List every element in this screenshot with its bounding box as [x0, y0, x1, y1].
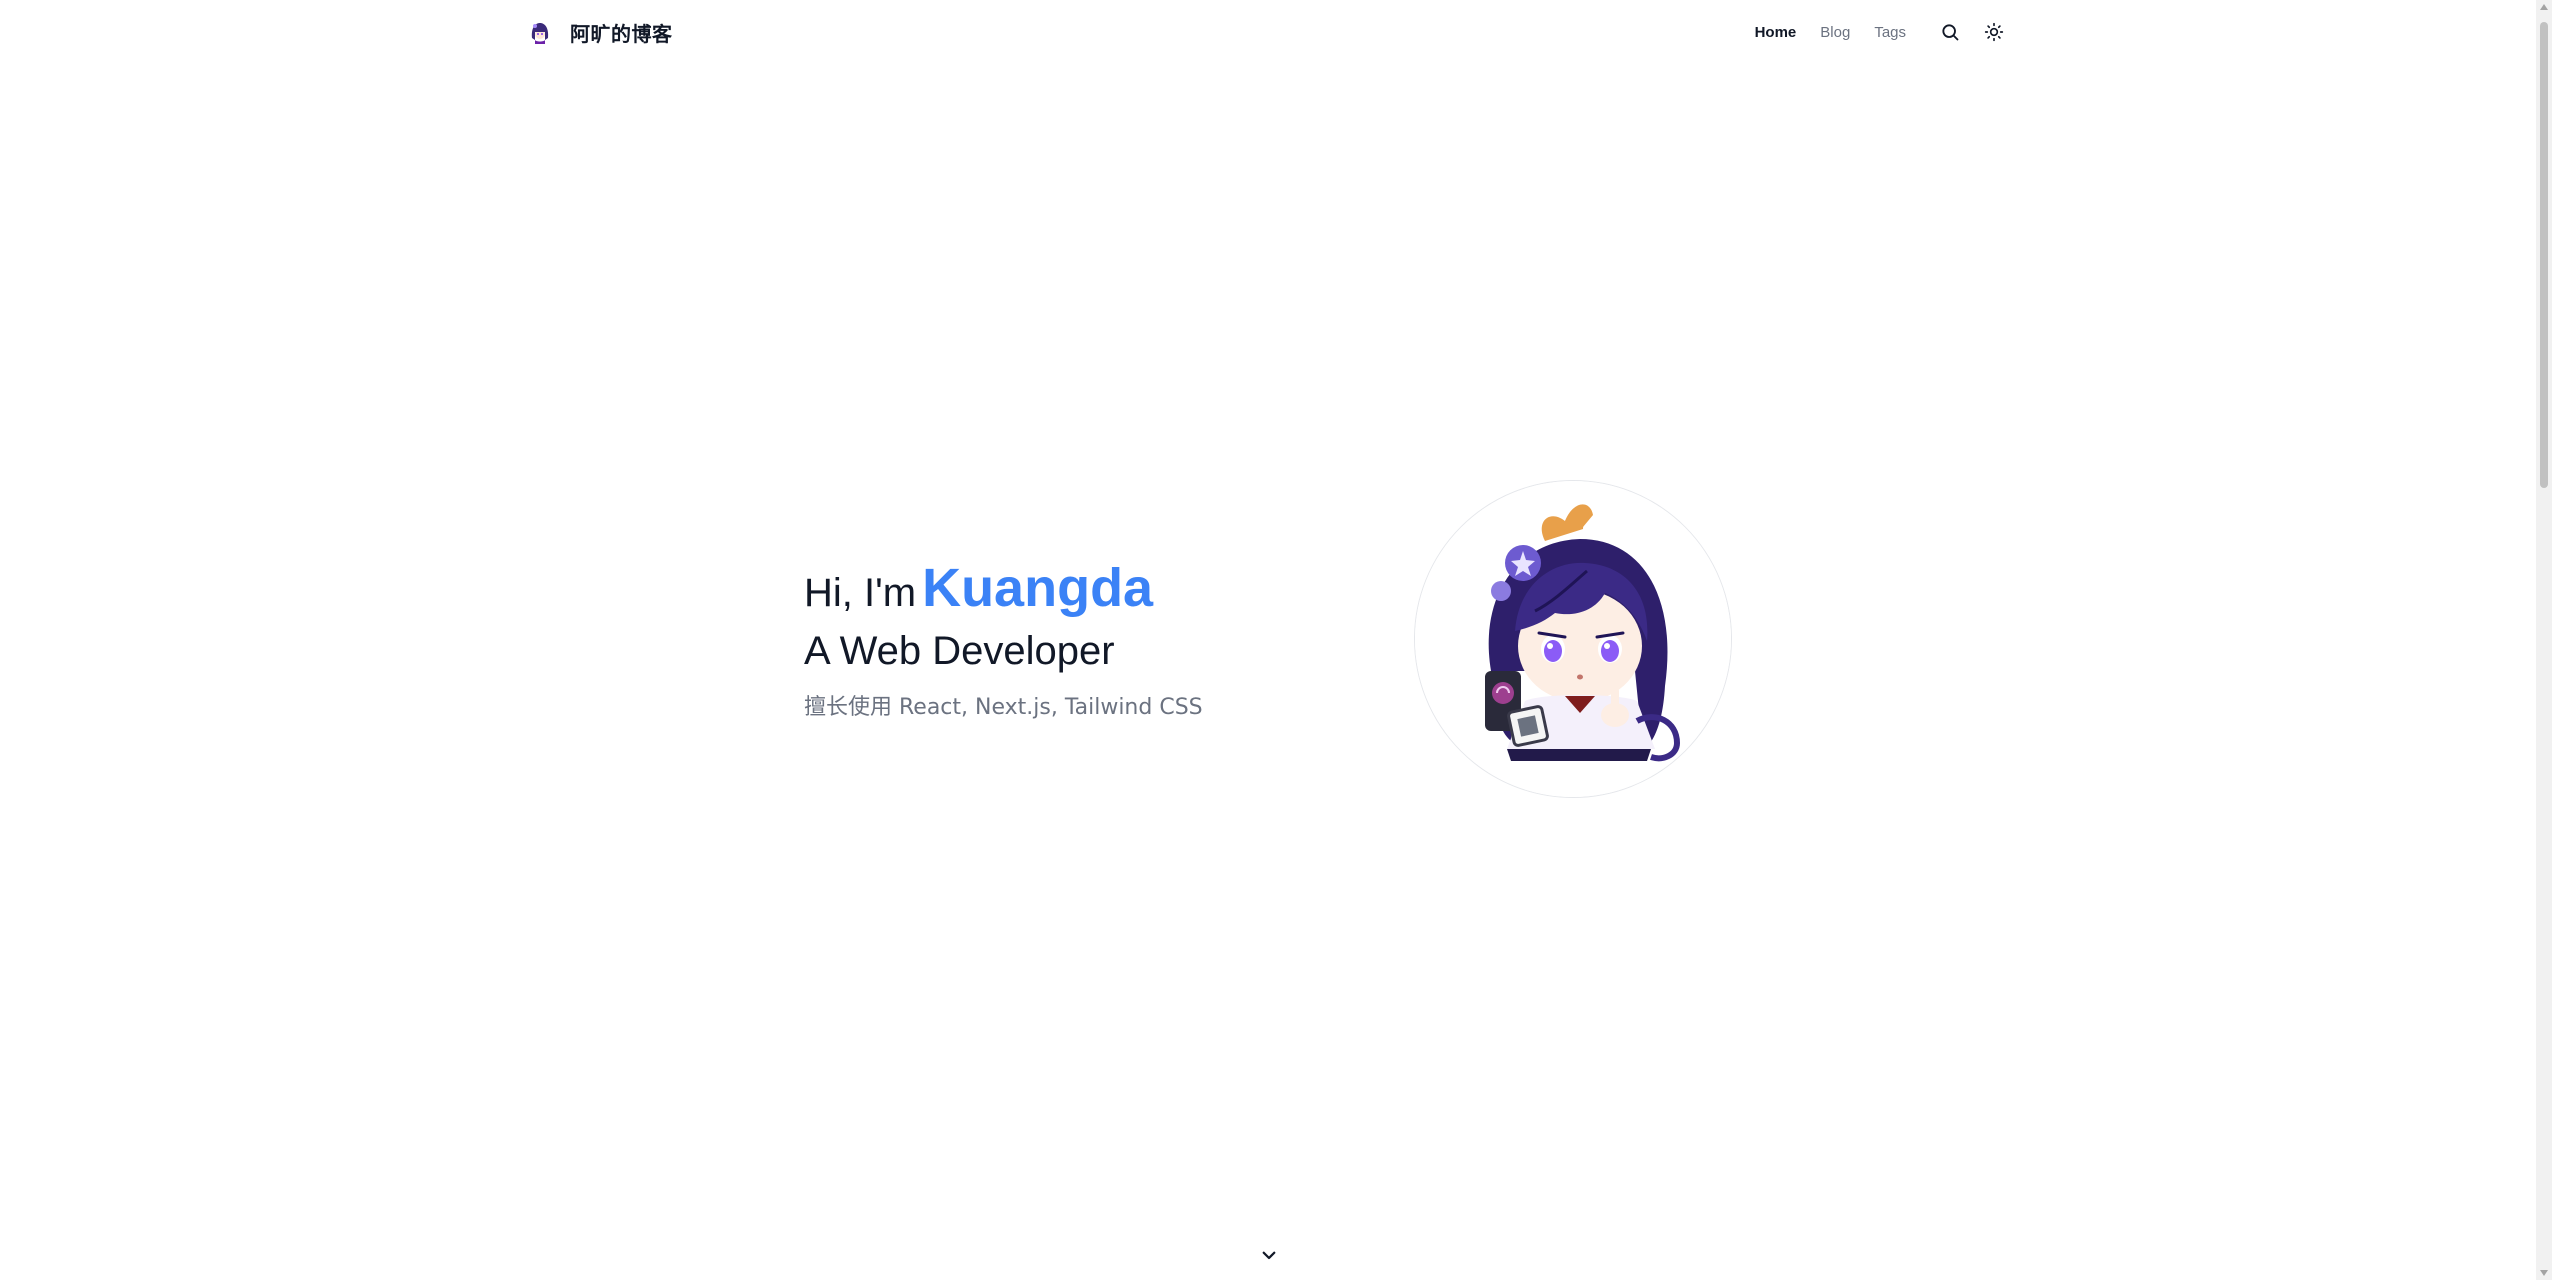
scroll-up-arrow[interactable] [2540, 4, 2548, 10]
brand-link[interactable]: 阿旷的博客 [526, 14, 673, 50]
scroll-down-button[interactable] [1258, 1244, 1280, 1266]
hero-greeting: Hi, I'm [804, 571, 917, 615]
nav-blog[interactable]: Blog [1820, 24, 1850, 41]
site-header: 阿旷的博客 Home Blog Tags [0, 0, 2536, 64]
avatar-illustration [1415, 481, 1731, 797]
chevron-down-icon [1262, 1251, 1276, 1260]
site-title: 阿旷的博客 [570, 21, 673, 46]
theme-toggle-button[interactable] [1982, 20, 2006, 44]
page: 阿旷的博客 Home Blog Tags Hi, I'm Kuangda A W… [0, 0, 2552, 1280]
hero-avatar [1414, 480, 1732, 798]
main-nav: Home Blog Tags [1731, 16, 2006, 48]
hero-name: Kuangda [922, 558, 1154, 618]
avatar-icon [526, 18, 554, 46]
hero-intro: Hi, I'm Kuangda A Web Developer 擅长使用 Reac… [804, 556, 1203, 721]
nav-tags[interactable]: Tags [1874, 24, 1906, 41]
scrollbar-thumb[interactable] [2540, 22, 2548, 488]
search-button[interactable] [1938, 20, 1962, 44]
scroll-down-arrow[interactable] [2540, 1270, 2548, 1276]
sun-icon [1984, 22, 2004, 42]
nav-home[interactable]: Home [1755, 24, 1797, 41]
hero-role: A Web Developer [804, 628, 1115, 673]
hero-greeting-line: Hi, I'm Kuangda [804, 556, 1203, 621]
hero-skills: 擅长使用 React, Next.js, Tailwind CSS [804, 694, 1203, 720]
search-icon [1942, 24, 1959, 41]
page-scrollbar[interactable] [2536, 0, 2552, 1280]
